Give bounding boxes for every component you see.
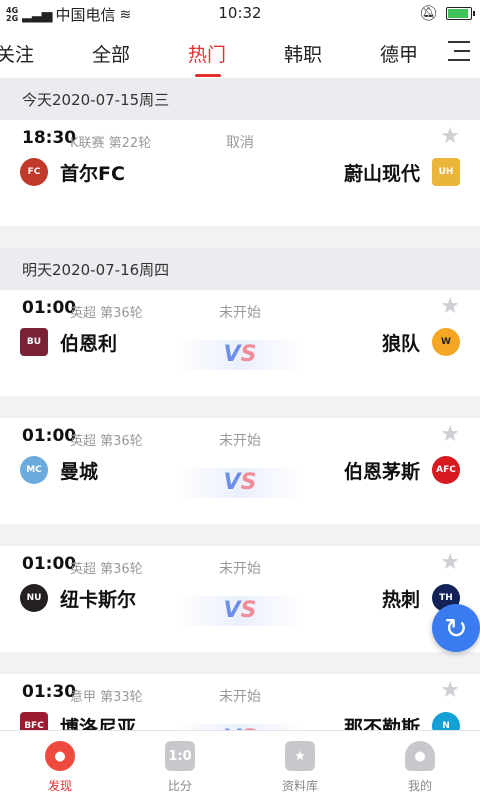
- nav-discover-label: 发现: [47, 779, 72, 793]
- profile-icon: ●: [405, 741, 435, 771]
- bottom-nav: ● 发现 1:0 比分 ★ 资料库 ● 我的: [0, 730, 480, 800]
- favorite-star-icon[interactable]: ★: [440, 550, 460, 575]
- home-team-name: 首尔FC: [60, 162, 125, 185]
- battery-icon: [446, 6, 475, 20]
- match-card[interactable]: 01:30 意甲 第33轮 未开始 ★ BFC 博洛尼亚 VS 那不勒斯 N: [0, 674, 480, 730]
- category-tabs: 关注 全部 热门 韩职 德甲: [0, 26, 480, 78]
- nav-discover[interactable]: ● 发现: [0, 731, 120, 800]
- match-status: 未开始: [219, 689, 261, 705]
- home-team: BU 伯恩利: [20, 328, 117, 356]
- match-card[interactable]: 18:30 K联赛 第22轮 取消 ★ FC 首尔FC 蔚山现代 UH: [0, 120, 480, 226]
- vs-label: VS: [175, 340, 305, 370]
- wolves-badge-icon: W: [432, 328, 460, 356]
- nav-scores[interactable]: 1:0 比分: [120, 731, 240, 800]
- nav-database[interactable]: ★ 资料库: [240, 731, 360, 800]
- home-team: FC 首尔FC: [20, 158, 125, 186]
- separator: [0, 226, 480, 248]
- away-team-name: 蔚山现代: [343, 162, 420, 185]
- match-league: K联赛 第22轮: [70, 136, 152, 151]
- nav-profile-label: 我的: [407, 779, 432, 793]
- home-team: NU 纽卡斯尔: [20, 584, 136, 612]
- mute-bell-icon: 🔕︎: [418, 4, 438, 22]
- match-card[interactable]: 01:00 英超 第36轮 未开始 ★ BU 伯恩利 VS 狼队 W: [0, 290, 480, 396]
- favorite-star-icon[interactable]: ★: [440, 678, 460, 703]
- favorite-star-icon[interactable]: ★: [440, 294, 460, 319]
- away-team: 那不勒斯 N: [344, 712, 460, 730]
- away-team: 伯恩茅斯 AFC: [344, 456, 460, 484]
- burnley-badge-icon: BU: [20, 328, 48, 356]
- planet-icon: ●: [45, 741, 75, 771]
- tab-kleague[interactable]: 韩职: [284, 40, 322, 67]
- bournemouth-badge-icon: AFC: [432, 456, 460, 484]
- ulsan-badge-icon: UH: [432, 158, 460, 186]
- away-team-name: 热刺: [381, 588, 420, 611]
- separator: [0, 524, 480, 546]
- tab-hot[interactable]: 热门: [188, 40, 226, 67]
- match-time: 01:30: [22, 682, 77, 702]
- active-tab-indicator: [195, 74, 221, 77]
- vs-s: S: [240, 342, 257, 367]
- home-team: MC 曼城: [20, 456, 98, 484]
- match-status: 未开始: [219, 433, 261, 449]
- separator: [0, 652, 480, 674]
- match-league: 英超 第36轮: [70, 562, 143, 577]
- match-time: 18:30: [22, 128, 77, 148]
- match-time: 01:00: [22, 298, 77, 318]
- match-list: 今天2020-07-15周三 18:30 K联赛 第22轮 取消 ★ FC 首尔…: [0, 78, 480, 730]
- date-header-today: 今天2020-07-15周三: [0, 78, 480, 120]
- nav-database-label: 资料库: [281, 779, 318, 793]
- man-city-badge-icon: MC: [20, 456, 48, 484]
- date-header-tomorrow: 明天2020-07-16周四: [0, 248, 480, 290]
- away-team-name: 狼队: [381, 332, 420, 355]
- vs-s: S: [240, 598, 257, 623]
- vs-v: V: [223, 470, 241, 495]
- away-team-name: 伯恩茅斯: [343, 460, 420, 483]
- home-team-name: 纽卡斯尔: [60, 588, 137, 611]
- favorite-star-icon[interactable]: ★: [440, 124, 460, 149]
- nav-scores-label: 比分: [167, 779, 192, 793]
- match-league: 意甲 第33轮: [70, 690, 143, 705]
- vs-v: V: [223, 342, 241, 367]
- vs-label: VS: [175, 596, 305, 626]
- clock: 10:32: [218, 4, 262, 22]
- status-right: 🔕︎: [418, 4, 475, 22]
- vs-label: VS: [175, 468, 305, 498]
- home-team-name: 博洛尼亚: [60, 716, 137, 731]
- home-team-name: 伯恩利: [60, 332, 118, 355]
- home-team: BFC 博洛尼亚: [20, 712, 136, 730]
- favorite-star-icon[interactable]: ★: [440, 422, 460, 447]
- napoli-badge-icon: N: [432, 712, 460, 730]
- match-league: 英超 第36轮: [70, 306, 143, 321]
- database-icon: ★: [285, 741, 315, 771]
- match-league: 英超 第36轮: [70, 434, 143, 449]
- bologna-badge-icon: BFC: [20, 712, 48, 730]
- match-time: 01:00: [22, 554, 77, 574]
- tab-all[interactable]: 全部: [92, 40, 130, 67]
- newcastle-badge-icon: NU: [20, 584, 48, 612]
- match-time: 01:00: [22, 426, 77, 446]
- scoreboard-icon: 1:0: [165, 741, 195, 771]
- home-team-name: 曼城: [60, 460, 99, 483]
- refresh-icon: ↻: [444, 611, 468, 645]
- status-bar: 4G 2G ▂▃▅ 中国电信 ≋ 10:32 🔕︎: [0, 0, 480, 26]
- tab-bundesliga[interactable]: 德甲: [380, 40, 418, 67]
- match-status: 未开始: [219, 305, 261, 321]
- separator: [0, 396, 480, 418]
- away-team: 蔚山现代 UH: [344, 158, 460, 186]
- tab-following[interactable]: 关注: [0, 40, 34, 67]
- menu-icon[interactable]: [444, 38, 474, 64]
- vs-v: V: [223, 598, 241, 623]
- match-status: 未开始: [219, 561, 261, 577]
- match-card[interactable]: 01:00 英超 第36轮 未开始 ★ NU 纽卡斯尔 VS 热刺 TH: [0, 546, 480, 652]
- away-team-name: 那不勒斯: [343, 716, 420, 731]
- refresh-button[interactable]: ↻: [432, 604, 480, 652]
- away-team: 狼队 W: [382, 328, 460, 356]
- vs-s: S: [240, 470, 257, 495]
- match-card[interactable]: 01:00 英超 第36轮 未开始 ★ MC 曼城 VS 伯恩茅斯 AFC: [0, 418, 480, 524]
- nav-profile[interactable]: ● 我的: [360, 731, 480, 800]
- seoul-fc-badge-icon: FC: [20, 158, 48, 186]
- match-status: 取消: [226, 135, 254, 151]
